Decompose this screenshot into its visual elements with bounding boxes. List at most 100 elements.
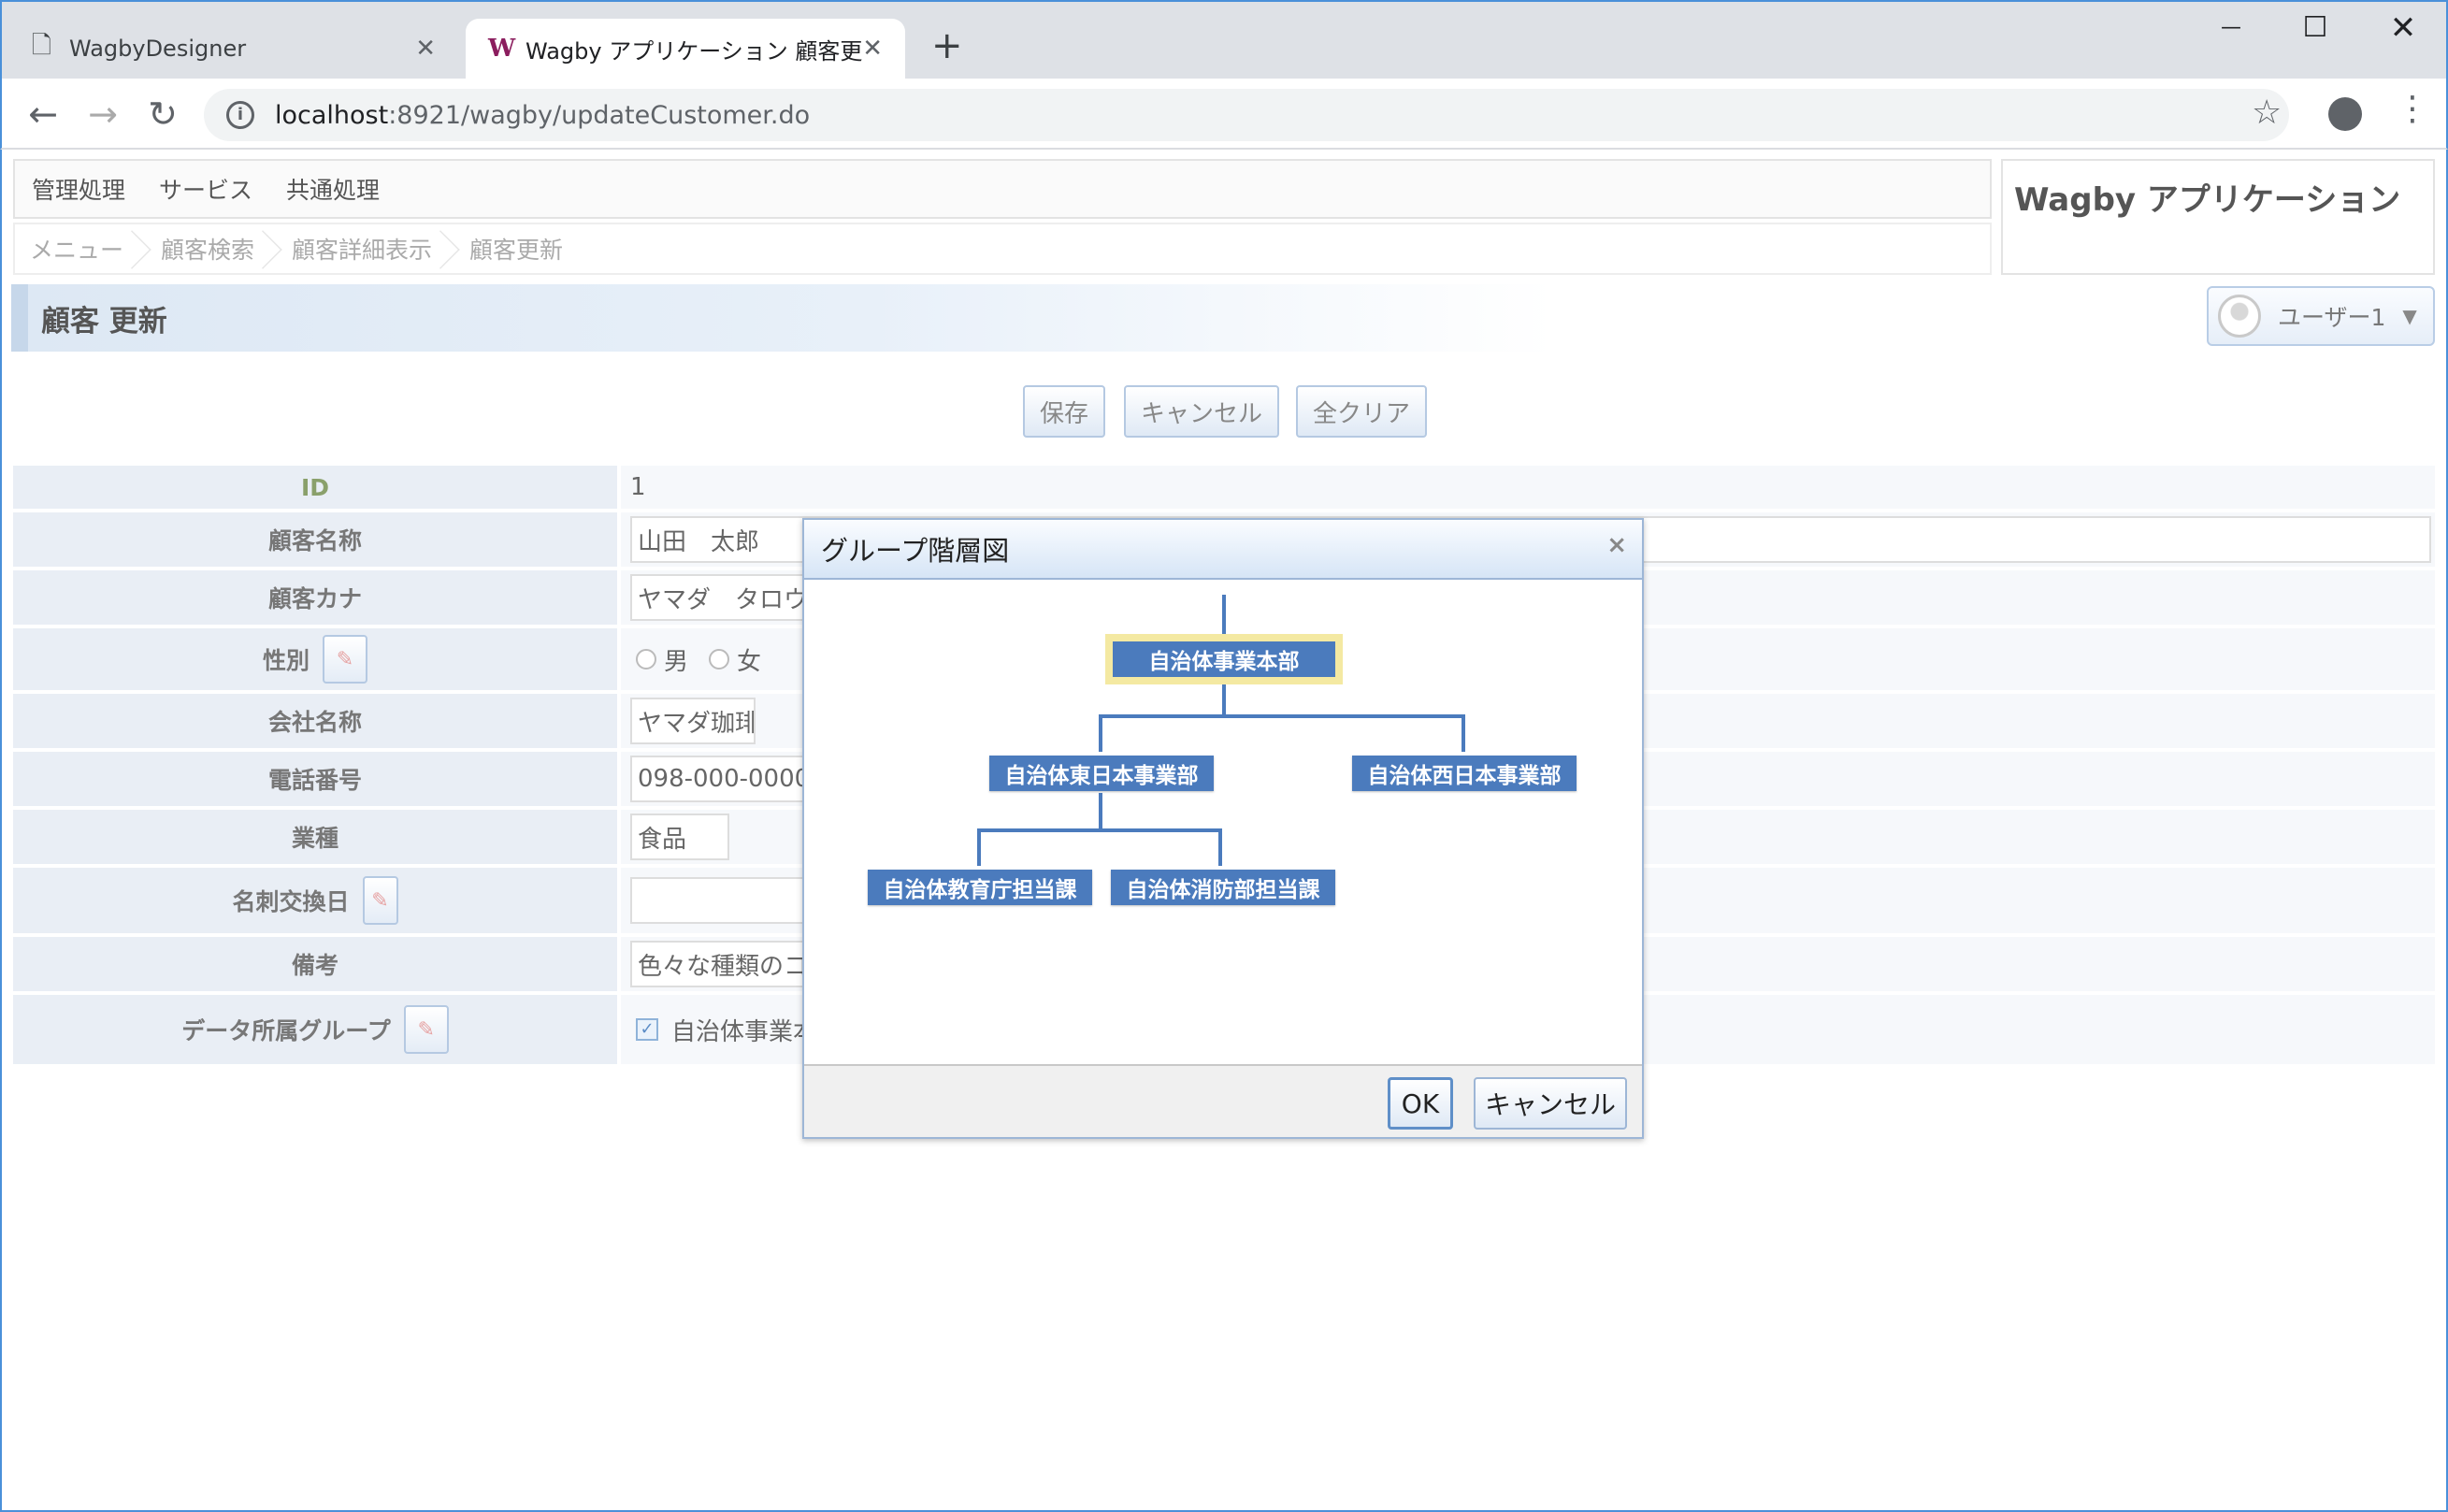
url-host: localhost [275, 100, 389, 130]
profile-icon[interactable] [2328, 97, 2362, 131]
note-label: 備考 [291, 952, 338, 979]
breadcrumb: メニュー 顧客検索 顧客詳細表示 顧客更新 [13, 223, 1992, 275]
url-path: :8921/wagby/updateCustomer.do [388, 100, 811, 130]
tree-connector [977, 828, 981, 866]
tree-connector [1462, 714, 1465, 752]
maximize-button[interactable]: ☐ [2278, 6, 2353, 50]
close-window-button[interactable]: ✕ [2366, 6, 2441, 50]
tab-wagbydesigner[interactable]: 🗋 WagbyDesigner ✕ [9, 19, 458, 79]
form-row-id: ID 1 [13, 466, 2435, 509]
dialog-footer: OK キャンセル [804, 1064, 1642, 1137]
menu-item-service[interactable]: サービス [159, 172, 252, 206]
group-checkbox[interactable]: ✓ [636, 1018, 658, 1041]
industry-text: 食品 [638, 825, 687, 854]
close-icon[interactable]: × [1606, 531, 1627, 559]
eraser-icon[interactable]: ✎ [323, 635, 367, 684]
browser-menu-icon[interactable]: ⋮ [2396, 90, 2429, 128]
company-label: 会社名称 [267, 709, 362, 736]
document-icon: 🗋 [32, 32, 51, 60]
breadcrumb-menu[interactable]: メニュー [15, 224, 146, 273]
kana-label: 顧客カナ [267, 585, 362, 612]
field-label: 業種 [13, 810, 617, 864]
field-label: 顧客名称 [13, 512, 617, 567]
breadcrumb-customer-search[interactable]: 顧客検索 [146, 224, 277, 273]
forward-button[interactable]: → [79, 90, 127, 138]
close-tab-icon[interactable]: ✕ [415, 35, 436, 63]
menu-item-admin[interactable]: 管理処理 [32, 172, 125, 206]
eraser-icon[interactable]: ✎ [403, 1005, 449, 1054]
tab-title: Wagby アプリケーション 顧客更新 [526, 37, 863, 65]
field-label: 性別 ✎ [13, 628, 617, 690]
ok-button[interactable]: OK [1388, 1077, 1453, 1130]
tree-node-education[interactable]: 自治体教育庁担当課 [868, 870, 1092, 905]
field-label: 名刺交換日 ✎ [13, 868, 617, 933]
group-tree: 自治体事業本部 自治体東日本事業部 自治体西日本事業部 自治体教育庁担当課 自治… [804, 582, 1642, 1064]
note-text: 色々な種類のコ [638, 952, 809, 981]
industry-input[interactable]: 食品 [630, 814, 729, 860]
tree-connector [1099, 714, 1465, 718]
field-label: 電話番号 [13, 752, 617, 806]
breadcrumb-customer-detail[interactable]: 顧客詳細表示 [277, 224, 454, 273]
field-label: データ所属グループ ✎ [13, 995, 617, 1064]
tree-node-fire[interactable]: 自治体消防部担当課 [1111, 870, 1335, 905]
gender-female-radio[interactable] [709, 649, 730, 670]
tree-connector [977, 828, 1222, 832]
menubar: 管理処理 サービス 共通処理 [13, 159, 1992, 219]
cancel-button[interactable]: キャンセル [1124, 385, 1279, 438]
user-menu[interactable]: ユーザー1 ▼ [2207, 286, 2435, 346]
id-value: 1 [621, 466, 2435, 509]
clear-all-button[interactable]: 全クリア [1296, 385, 1427, 438]
tree-node-west[interactable]: 自治体西日本事業部 [1352, 756, 1577, 791]
page-header: 顧客 更新 [11, 284, 1554, 352]
menu-item-common[interactable]: 共通処理 [286, 172, 380, 206]
customer-kana-text: ヤマダ タロウ [638, 585, 809, 614]
gender-male-label: 男 [664, 647, 689, 676]
tree-connector [1099, 793, 1102, 830]
breadcrumb-customer-update: 顧客更新 [469, 237, 564, 264]
company-name-input[interactable]: ヤマダ珈琲 [630, 698, 756, 744]
dialog-title: グループ階層図 [821, 535, 1010, 567]
address-bar[interactable]: i localhost:8921/wagby/updateCustomer.do [204, 89, 2289, 141]
bookmark-star-icon[interactable]: ☆ [2252, 94, 2282, 132]
group-hierarchy-dialog: グループ階層図 × 自治体事業本部 自治体東日本事業部 自治体西日本事業部 自治… [802, 518, 1644, 1139]
id-text: 1 [630, 473, 646, 501]
tree-node-root[interactable]: 自治体事業本部 [1105, 634, 1343, 684]
user-name: ユーザー1 [2278, 304, 2386, 331]
close-tab-icon[interactable]: ✕ [862, 35, 883, 63]
id-label: ID [300, 473, 330, 501]
customer-name-text: 山田 太郎 [638, 527, 760, 556]
tree-connector [1099, 714, 1102, 752]
phone-text: 098-000-0000 [638, 765, 811, 793]
chevron-down-icon: ▼ [2402, 305, 2417, 327]
app-title-box: Wagby アプリケーション [2001, 159, 2435, 275]
dialog-cancel-button[interactable]: キャンセル [1474, 1077, 1627, 1130]
dialog-titlebar: グループ階層図 × [804, 520, 1642, 580]
tree-connector [1222, 679, 1226, 716]
back-button[interactable]: ← [19, 90, 67, 138]
field-label: 顧客カナ [13, 570, 617, 625]
eraser-icon[interactable]: ✎ [362, 876, 398, 925]
new-tab-button[interactable]: + [931, 24, 963, 67]
app-title: Wagby アプリケーション [2014, 181, 2401, 219]
avatar-icon [2218, 295, 2261, 338]
reload-button[interactable]: ↻ [138, 90, 187, 138]
name-label: 顧客名称 [267, 527, 362, 554]
gender-female-label: 女 [737, 647, 762, 676]
gender-male-radio[interactable] [636, 649, 656, 670]
gender-label: 性別 [262, 647, 310, 674]
page-title: 顧客 更新 [41, 304, 167, 338]
save-button[interactable]: 保存 [1023, 385, 1105, 438]
tab-title: WagbyDesigner [69, 36, 247, 62]
card-date-label: 名刺交換日 [232, 888, 350, 915]
field-label: ID [13, 466, 617, 509]
wagby-logo-icon: W [488, 35, 516, 63]
field-label: 備考 [13, 937, 617, 991]
field-label: 会社名称 [13, 694, 617, 748]
tree-node-east[interactable]: 自治体東日本事業部 [989, 756, 1214, 791]
tab-wagby-app[interactable]: W Wagby アプリケーション 顧客更新 ✕ [466, 19, 905, 79]
group-label: データ所属グループ [181, 1017, 391, 1044]
minimize-button[interactable]: — [2194, 6, 2268, 50]
tree-connector [1218, 828, 1222, 866]
phone-label: 電話番号 [267, 767, 362, 794]
info-icon[interactable]: i [226, 101, 254, 129]
